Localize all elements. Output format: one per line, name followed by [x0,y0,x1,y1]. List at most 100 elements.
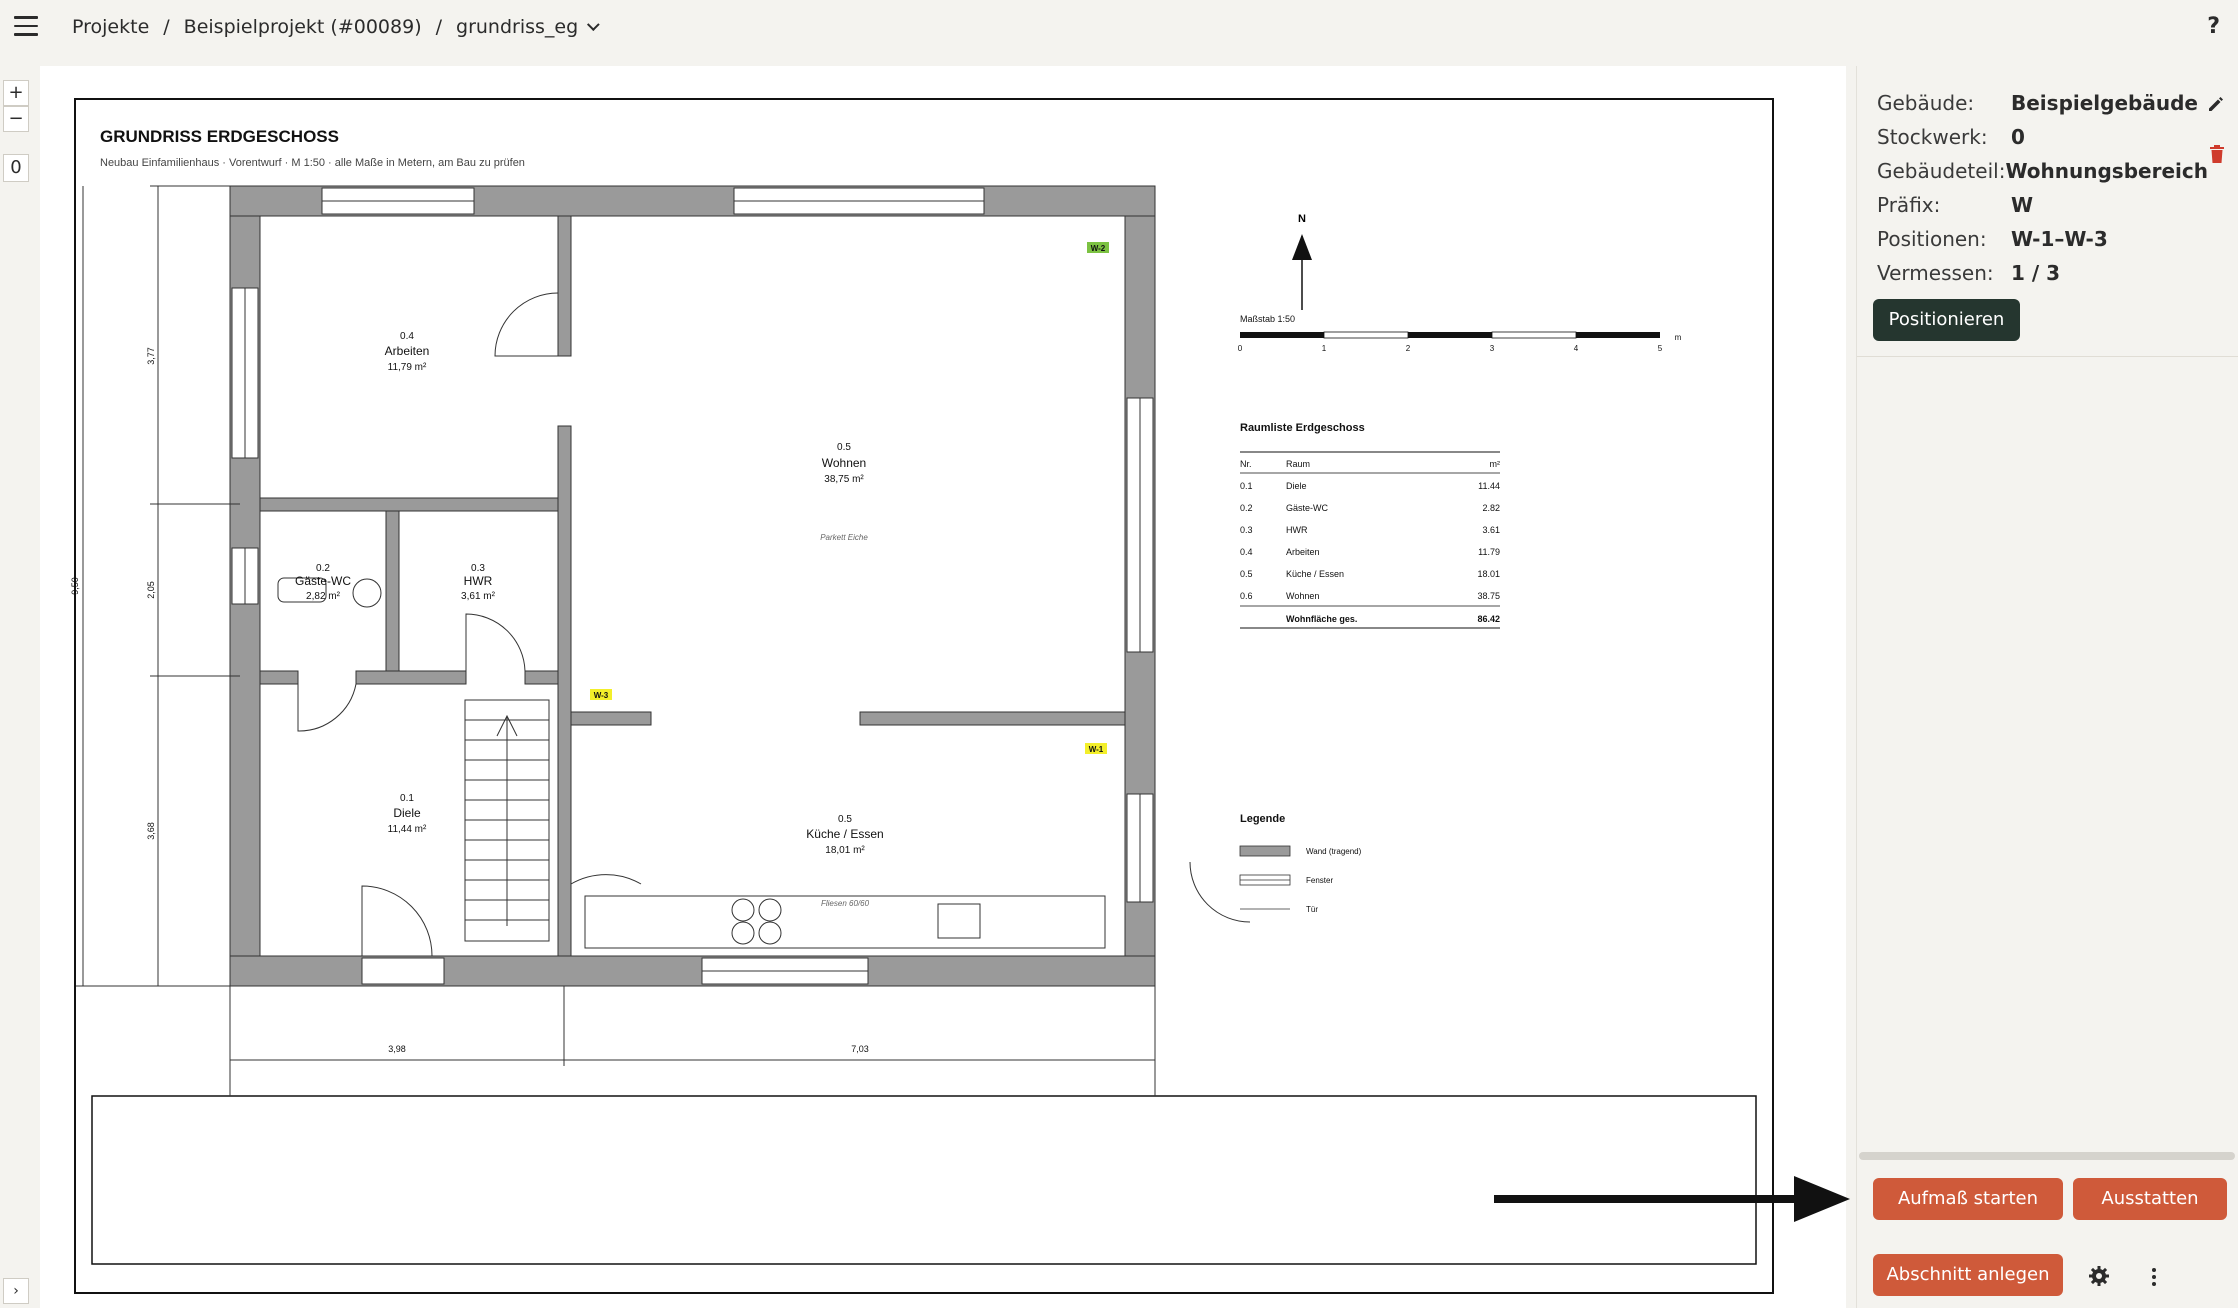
breadcrumb-separator: / [435,16,443,38]
svg-text:0.4: 0.4 [400,331,414,342]
sheet-border [74,98,1774,1294]
zoom-in-button[interactable]: + [3,80,29,106]
svg-text:2,05: 2,05 [146,581,156,599]
svg-text:18.01: 18.01 [1477,569,1500,579]
svg-text:0.5: 0.5 [837,442,851,453]
svg-text:Wohnfläche ges.: Wohnfläche ges. [1286,614,1357,624]
breadcrumb-project[interactable]: Beispielprojekt (#00089) [184,16,422,38]
drawing-title: GRUNDRISS ERDGESCHOSS [100,127,339,146]
svg-text:W-1: W-1 [1089,745,1104,754]
property-value: 0 [2011,125,2025,149]
property-row: Stockwerk: 0 [1877,120,2207,154]
svg-text:m²: m² [1490,459,1501,469]
property-row: Vermessen: 1 / 3 [1877,256,2207,290]
svg-text:0.1: 0.1 [1240,481,1253,491]
expand-panel-button[interactable]: › [3,1278,29,1304]
property-value: W [2011,193,2034,217]
svg-text:86.42: 86.42 [1477,614,1500,624]
breadcrumb-file[interactable]: grundriss_eg [456,16,578,38]
svg-text:Fenster: Fenster [1306,876,1333,885]
svg-text:11.44: 11.44 [1478,481,1500,491]
svg-text:2.82: 2.82 [1482,503,1500,513]
horizontal-scrollbar[interactable] [1859,1152,2235,1160]
abschnitt-anlegen-button[interactable]: Abschnitt anlegen [1873,1254,2063,1296]
svg-text:Arbeiten: Arbeiten [385,344,430,358]
svg-text:0: 0 [1238,344,1243,353]
svg-text:Küche / Essen: Küche / Essen [1286,569,1344,579]
svg-text:38.75: 38.75 [1477,591,1500,601]
svg-text:11,79 m²: 11,79 m² [388,362,427,373]
svg-text:Arbeiten: Arbeiten [1286,547,1320,557]
svg-text:3,98: 3,98 [388,1044,406,1054]
svg-text:W-3: W-3 [594,691,609,700]
svg-text:Raumliste Erdgeschoss: Raumliste Erdgeschoss [1240,422,1365,434]
property-row: Gebäudeteil: Wohnungsbereich [1877,154,2208,188]
property-key: Präfix: [1877,193,1941,217]
svg-text:1: 1 [1322,344,1327,353]
svg-text:W-2: W-2 [1091,244,1106,253]
svg-text:2: 2 [1406,344,1411,353]
property-key: Gebäudeteil: [1877,159,2006,183]
svg-text:0.5: 0.5 [838,814,852,825]
pointer-arrow-icon [1494,1176,1850,1222]
svg-text:0.3: 0.3 [1240,525,1253,535]
zoom-toolbar: + − 0 › [0,66,40,1308]
property-row: Gebäude: Beispielgebäude [1877,86,2207,120]
property-row: Präfix: W [1877,188,2207,222]
property-list: Gebäude: Beispielgebäude Stockwerk: 0 Ge… [1877,86,2208,290]
svg-text:11,44 m²: 11,44 m² [388,824,427,835]
svg-text:Küche / Essen: Küche / Essen [806,827,883,841]
property-value: Beispielgebäude [2011,91,2198,115]
property-value: Wohnungsbereich [2005,159,2208,183]
property-key: Stockwerk: [1877,125,1988,149]
edit-icon[interactable] [2206,94,2226,114]
svg-text:Diele: Diele [1286,481,1307,491]
breadcrumb: Projekte / Beispielprojekt (#00089) / gr… [72,16,600,38]
svg-text:Gäste-WC: Gäste-WC [1286,503,1329,513]
svg-text:7,03: 7,03 [851,1044,869,1054]
property-key: Positionen: [1877,227,1987,251]
breadcrumb-projects[interactable]: Projekte [72,16,149,38]
panel-divider [1857,356,2238,357]
drawing-canvas[interactable]: GRUNDRISS ERDGESCHOSS Neubau Einfamilien… [40,66,1846,1308]
svg-text:3: 3 [1490,344,1495,353]
svg-text:11.79: 11.79 [1478,547,1500,557]
menu-icon[interactable] [14,16,38,36]
zoom-out-button[interactable]: − [3,106,29,132]
floor-plan: GRUNDRISS ERDGESCHOSS Neubau Einfamilien… [70,98,1774,1294]
svg-text:Maßstab 1:50: Maßstab 1:50 [1240,314,1295,324]
chevron-down-icon[interactable] [587,17,600,31]
svg-text:38,75 m²: 38,75 m² [824,474,864,485]
svg-text:18,01 m²: 18,01 m² [825,845,865,856]
svg-text:Diele: Diele [393,806,421,820]
gear-icon[interactable] [2087,1264,2111,1288]
svg-text:2,82 m²: 2,82 m² [306,591,341,602]
breadcrumb-separator: / [163,16,170,38]
property-value: 1 / 3 [2011,261,2061,285]
help-icon[interactable]: ? [2207,14,2220,39]
aufmass-starten-button[interactable]: Aufmaß starten [1873,1178,2063,1220]
property-value: W-1–W-3 [2011,227,2108,251]
svg-text:Legende: Legende [1240,813,1285,825]
svg-text:3,68: 3,68 [146,822,156,840]
svg-text:Wohnen: Wohnen [822,456,866,470]
ausstatten-button[interactable]: Ausstatten [2073,1178,2227,1220]
svg-text:m: m [1675,333,1682,342]
svg-text:Wohnen: Wohnen [1286,591,1319,601]
zoom-level: 0 [3,154,29,182]
positionieren-button[interactable]: Positionieren [1873,299,2020,341]
svg-text:Wand (tragend): Wand (tragend) [1306,847,1362,856]
svg-text:N: N [1298,213,1306,225]
svg-text:0.1: 0.1 [400,793,414,804]
property-row: Positionen: W-1–W-3 [1877,222,2207,256]
svg-text:0.2: 0.2 [316,563,330,574]
more-vertical-icon[interactable] [2149,1266,2159,1288]
svg-text:0.2: 0.2 [1240,503,1253,513]
drawing-subtitle: Neubau Einfamilienhaus · Vorentwurf · M … [100,157,525,169]
svg-text:Fliesen 60/60: Fliesen 60/60 [821,899,870,908]
svg-text:3.61: 3.61 [1482,525,1500,535]
trash-icon[interactable] [2208,144,2226,164]
svg-text:0.6: 0.6 [1240,591,1253,601]
svg-text:HWR: HWR [1286,525,1308,535]
svg-text:0.4: 0.4 [1240,547,1253,557]
